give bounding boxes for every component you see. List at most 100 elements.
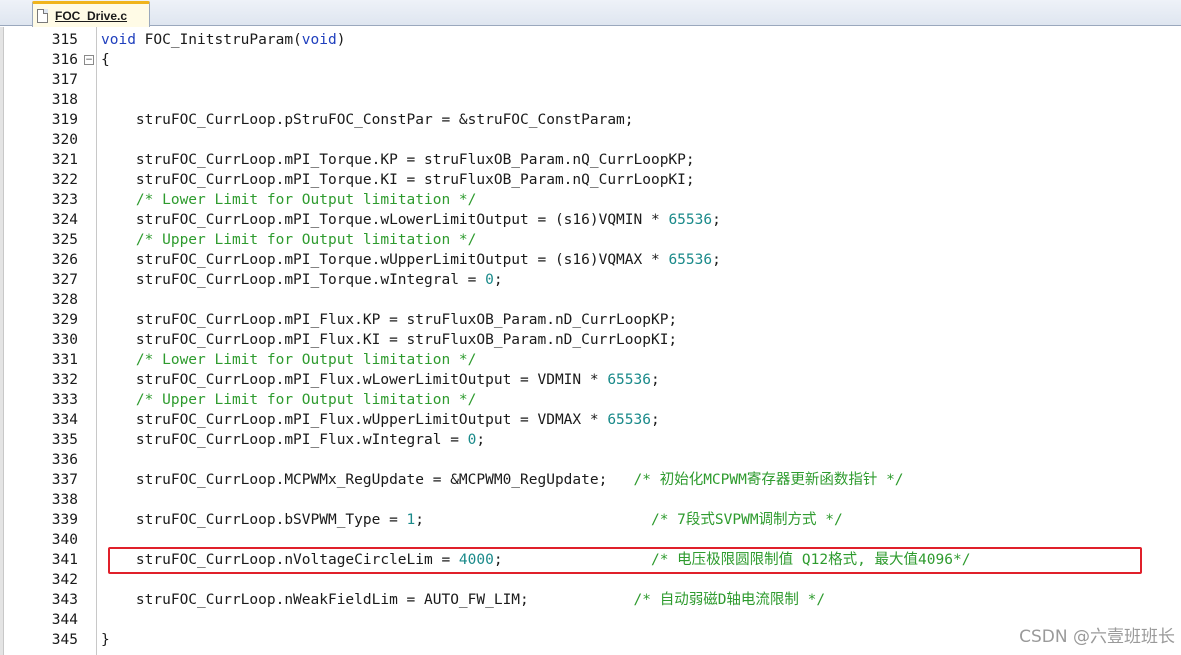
line-number: 340: [51, 532, 78, 548]
code-line[interactable]: 337 struFOC_CurrLoop.MCPWMx_RegUpdate = …: [0, 470, 1181, 490]
code-line[interactable]: 339 struFOC_CurrLoop.bSVPWM_Type = 1; /*…: [0, 510, 1181, 530]
line-number: 336: [51, 452, 78, 468]
code-token: }: [101, 632, 110, 648]
line-number: 342: [51, 572, 78, 588]
comment-token: /* 自动弱磁D轴电流限制 */: [633, 592, 826, 608]
code-line[interactable]: 332 struFOC_CurrLoop.mPI_Flux.wLowerLimi…: [0, 370, 1181, 390]
code-token: struFOC_CurrLoop.mPI_Torque.wIntegral =: [101, 272, 486, 288]
code-token: struFOC_CurrLoop.mPI_Flux.wUpperLimitOut…: [101, 412, 608, 428]
code-token: struFOC_CurrLoop.mPI_Flux.KI = struFluxO…: [101, 332, 678, 348]
fold-toggle-icon[interactable]: −: [84, 55, 94, 65]
code-token: FOC_InitstruParam(: [135, 32, 302, 48]
number-token: 65536: [668, 212, 713, 228]
code-text: struFOC_CurrLoop.mPI_Flux.KP = struFluxO…: [101, 310, 677, 330]
gutter-separator: [96, 27, 97, 655]
code-text: /* Upper Limit for Output limitation */: [101, 390, 476, 410]
code-line[interactable]: 318: [0, 90, 1181, 110]
code-line[interactable]: 321 struFOC_CurrLoop.mPI_Torque.KP = str…: [0, 150, 1181, 170]
line-number: 324: [51, 212, 78, 228]
comment-token: /* 初始化MCPWM寄存器更新函数指针 */: [633, 472, 904, 488]
code-text: struFOC_CurrLoop.nWeakFieldLim = AUTO_FW…: [101, 590, 825, 610]
code-token: struFOC_CurrLoop.mPI_Torque.KP = struFlu…: [101, 152, 695, 168]
line-number: 319: [51, 112, 78, 128]
code-text: }: [101, 630, 110, 650]
highlight-box: [108, 547, 1142, 574]
keyword-token: void: [101, 32, 136, 48]
code-text: struFOC_CurrLoop.mPI_Flux.wIntegral = 0;: [101, 430, 485, 450]
editor-left-margin: [0, 27, 4, 655]
code-line[interactable]: 329 struFOC_CurrLoop.mPI_Flux.KP = struF…: [0, 310, 1181, 330]
code-token: struFOC_CurrLoop.pStruFOC_ConstPar = &st…: [101, 112, 634, 128]
code-line[interactable]: 331 /* Lower Limit for Output limitation…: [0, 350, 1181, 370]
comment-token: /* Lower Limit for Output limitation */: [135, 192, 477, 208]
code-line[interactable]: 343 struFOC_CurrLoop.nWeakFieldLim = AUT…: [0, 590, 1181, 610]
code-line[interactable]: 315 void FOC_InitstruParam(void): [0, 30, 1181, 50]
line-number: 323: [51, 192, 78, 208]
code-token: struFOC_CurrLoop.mPI_Flux.KP = struFluxO…: [101, 312, 678, 328]
code-line[interactable]: 325 /* Upper Limit for Output limitation…: [0, 230, 1181, 250]
code-token: struFOC_CurrLoop.mPI_Torque.KI = struFlu…: [101, 172, 695, 188]
code-line[interactable]: 333 /* Upper Limit for Output limitation…: [0, 390, 1181, 410]
code-line[interactable]: 338: [0, 490, 1181, 510]
code-text: struFOC_CurrLoop.mPI_Torque.wUpperLimitO…: [101, 250, 721, 270]
editor-tab-bar: FOC_Drive.c: [0, 0, 1181, 27]
line-number: 321: [51, 152, 78, 168]
code-line[interactable]: 317: [0, 70, 1181, 90]
code-token: ;: [415, 512, 651, 528]
code-line[interactable]: 330 struFOC_CurrLoop.mPI_Flux.KI = struF…: [0, 330, 1181, 350]
code-token: struFOC_CurrLoop.bSVPWM_Type =: [101, 512, 407, 528]
code-line[interactable]: 324 struFOC_CurrLoop.mPI_Torque.wLowerLi…: [0, 210, 1181, 230]
number-token: 65536: [668, 252, 713, 268]
code-token: struFOC_CurrLoop.mPI_Flux.wLowerLimitOut…: [101, 372, 608, 388]
code-line[interactable]: 344: [0, 610, 1181, 630]
code-text: struFOC_CurrLoop.MCPWMx_RegUpdate = &MCP…: [101, 470, 904, 490]
line-number: 318: [51, 92, 78, 108]
code-token: struFOC_CurrLoop.nWeakFieldLim = AUTO_FW…: [101, 592, 634, 608]
code-line[interactable]: 328: [0, 290, 1181, 310]
line-number: 331: [51, 352, 78, 368]
code-line[interactable]: 319 struFOC_CurrLoop.pStruFOC_ConstPar =…: [0, 110, 1181, 130]
line-number: 322: [51, 172, 78, 188]
comment-token: /* Upper Limit for Output limitation */: [135, 392, 477, 408]
line-number: 335: [51, 432, 78, 448]
code-token: ;: [712, 252, 721, 268]
code-text: struFOC_CurrLoop.mPI_Torque.wLowerLimitO…: [101, 210, 721, 230]
code-line[interactable]: 336: [0, 450, 1181, 470]
tab-foc-drive-c[interactable]: FOC_Drive.c: [32, 1, 150, 27]
code-line[interactable]: 345}: [0, 630, 1181, 650]
line-number: 330: [51, 332, 78, 348]
line-number: 337: [51, 472, 78, 488]
comment-token: /* Lower Limit for Output limitation */: [135, 352, 477, 368]
code-token: struFOC_CurrLoop.mPI_Flux.wIntegral =: [101, 432, 468, 448]
code-token: ;: [650, 412, 660, 428]
code-line[interactable]: 316−{: [0, 50, 1181, 70]
file-icon: [37, 8, 48, 23]
line-number: 344: [51, 612, 78, 628]
code-token: struFOC_CurrLoop.mPI_Torque.wUpperLimitO…: [101, 252, 669, 268]
code-line[interactable]: 323 /* Lower Limit for Output limitation…: [0, 190, 1181, 210]
line-number: 315: [51, 32, 78, 48]
code-line[interactable]: 334 struFOC_CurrLoop.mPI_Flux.wUpperLimi…: [0, 410, 1181, 430]
code-line[interactable]: 320: [0, 130, 1181, 150]
line-number: 333: [51, 392, 78, 408]
line-number: 320: [51, 132, 78, 148]
code-token: ): [336, 32, 346, 48]
code-text: /* Upper Limit for Output limitation */: [101, 230, 476, 250]
line-number: 326: [51, 252, 78, 268]
code-line[interactable]: 322 struFOC_CurrLoop.mPI_Torque.KI = str…: [0, 170, 1181, 190]
line-number: 338: [51, 492, 78, 508]
line-number: 316: [51, 52, 78, 68]
line-number: 325: [51, 232, 78, 248]
line-number: 341: [51, 552, 78, 568]
code-line[interactable]: 326 struFOC_CurrLoop.mPI_Torque.wUpperLi…: [0, 250, 1181, 270]
code-line[interactable]: 335 struFOC_CurrLoop.mPI_Flux.wIntegral …: [0, 430, 1181, 450]
watermark: CSDN @六壹班班长: [1019, 627, 1175, 647]
code-text: {: [101, 50, 110, 70]
keyword-token: void: [301, 32, 337, 48]
line-number: 343: [51, 592, 78, 608]
code-line[interactable]: 327 struFOC_CurrLoop.mPI_Torque.wIntegra…: [0, 270, 1181, 290]
